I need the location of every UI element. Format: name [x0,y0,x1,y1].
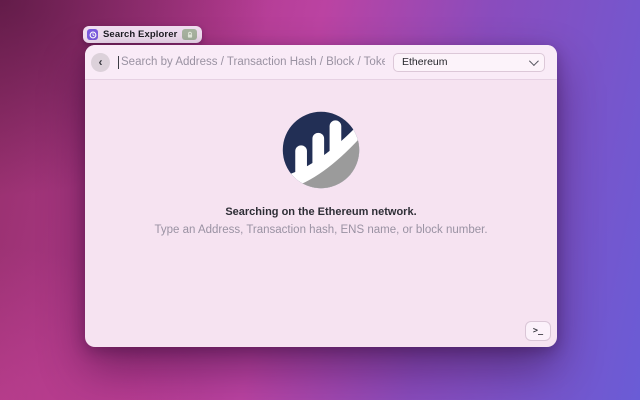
terminal-icon: >_ [533,326,543,336]
blockscout-logo [282,111,360,189]
search-hint-text: Type an Address, Transaction hash, ENS n… [154,224,487,236]
network-select-value: Ethereum [402,56,448,68]
lock-icon [182,29,197,40]
window-tab[interactable]: Search Explorer [83,26,202,43]
network-status-heading: Searching on the Ethereum network. [225,206,416,218]
search-explorer-window: ‹ Ethereum [85,45,557,347]
search-header: ‹ Ethereum [85,45,557,80]
tab-title: Search Explorer [103,29,177,40]
back-button[interactable]: ‹ [91,53,110,72]
search-field-wrap [118,56,385,69]
chevron-down-icon [529,56,539,66]
network-select[interactable]: Ethereum [393,53,545,72]
history-clock-icon [87,29,98,40]
desktop-background: Search Explorer ‹ Ethereum [0,0,640,400]
search-input[interactable] [119,56,385,68]
chevron-left-icon: ‹ [99,53,103,72]
terminal-prompt-button[interactable]: >_ [525,321,551,341]
search-body: Searching on the Ethereum network. Type … [85,80,557,347]
